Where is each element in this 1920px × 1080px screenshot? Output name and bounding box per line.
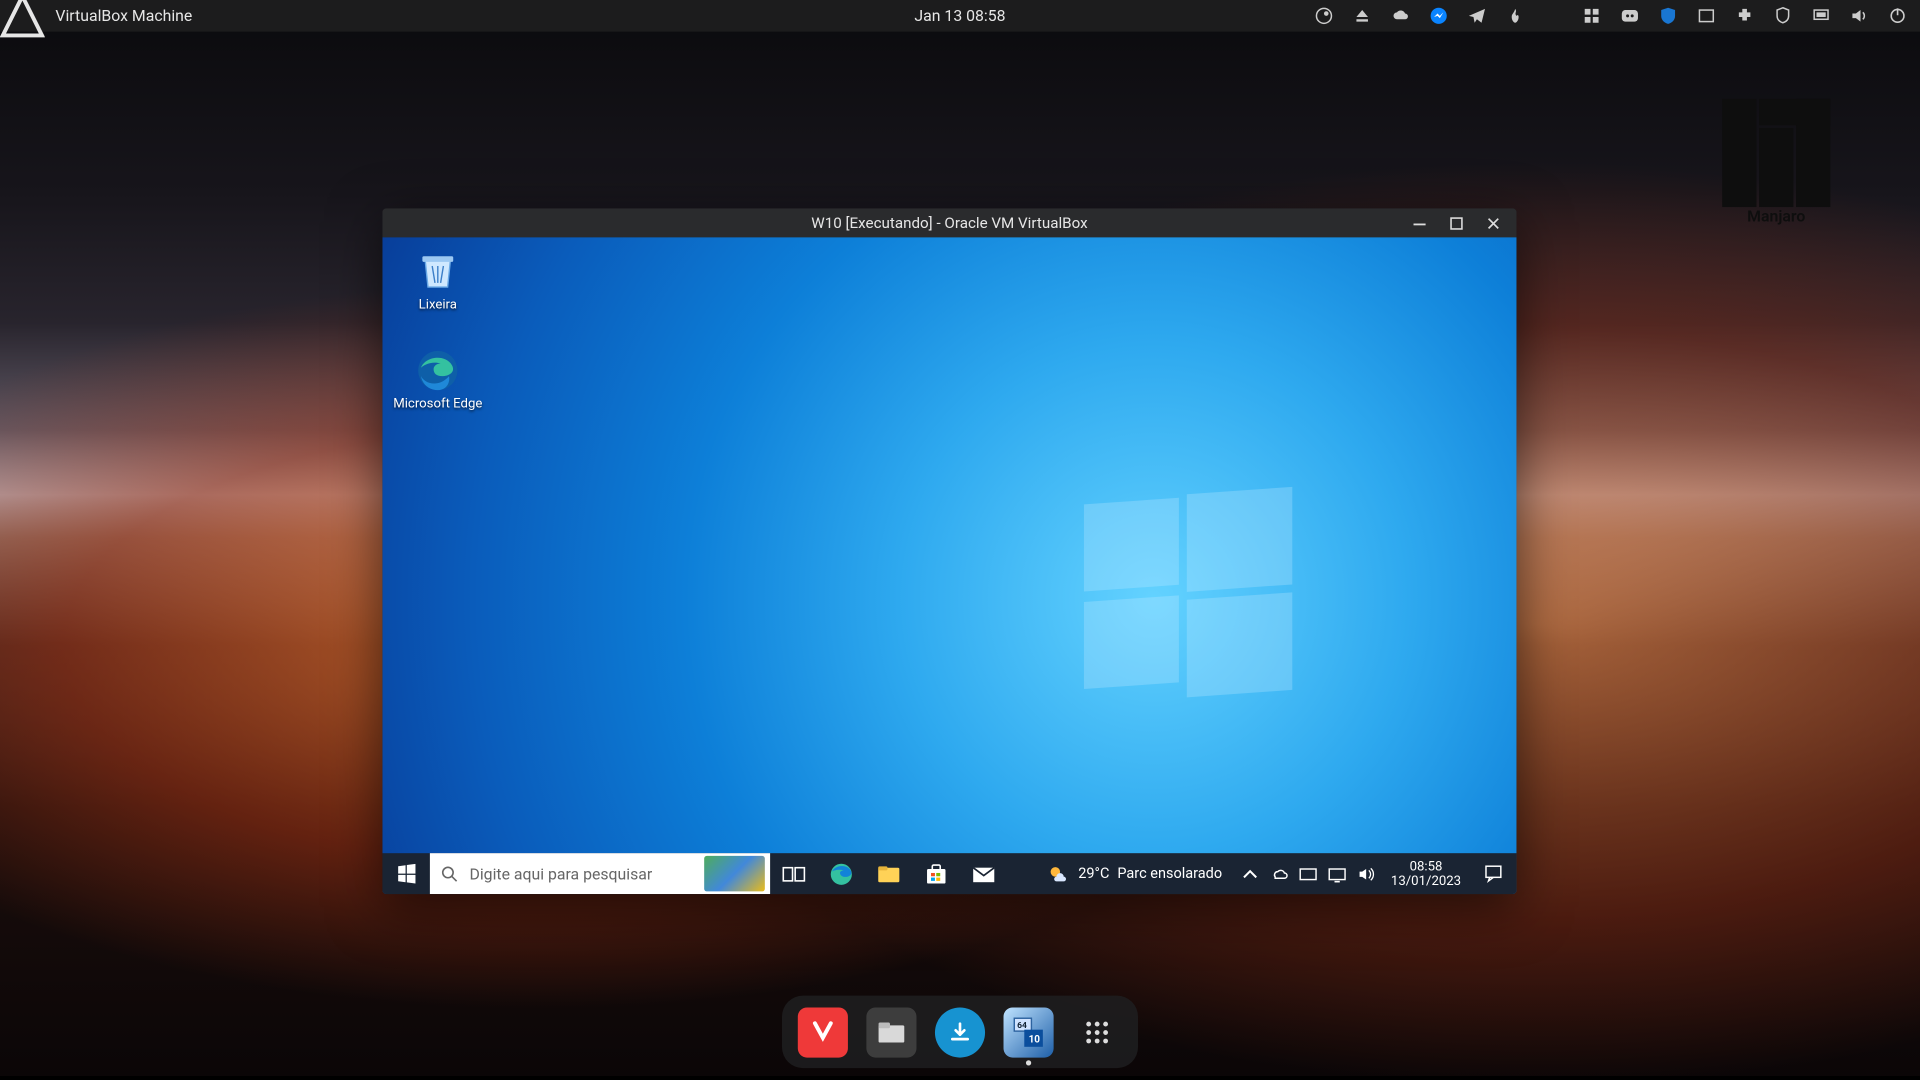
virtualbox-window[interactable]: W10 [Executando] - Oracle VM VirtualBox …	[382, 208, 1516, 894]
activities-button[interactable]	[0, 0, 45, 38]
action-center-icon[interactable]	[1469, 853, 1516, 894]
weather-icon	[1047, 862, 1071, 886]
manjaro-label: Manjaro	[1722, 207, 1830, 225]
search-promo-icon	[704, 856, 765, 892]
manjaro-logo: Manjaro	[1722, 99, 1830, 226]
windows-taskbar: Digite aqui para pesquisar 29°C Parc ens…	[382, 853, 1516, 894]
discord-icon[interactable]	[1619, 6, 1639, 26]
edge-label: Microsoft Edge	[393, 397, 482, 412]
start-button[interactable]	[382, 853, 429, 894]
dock-show-apps[interactable]	[1072, 1007, 1122, 1057]
system-tray-win	[1233, 853, 1383, 894]
workspace-icon[interactable]	[1696, 6, 1716, 26]
task-view-button[interactable]	[770, 853, 817, 894]
minimize-button[interactable]	[1400, 208, 1437, 237]
maximize-button[interactable]	[1437, 208, 1474, 237]
dock-virtualbox-vm[interactable]: 6410	[1004, 1007, 1054, 1057]
flame-icon[interactable]	[1505, 6, 1525, 26]
store-taskbar-icon[interactable]	[913, 853, 960, 894]
explorer-taskbar-icon[interactable]	[865, 853, 912, 894]
mail-taskbar-icon[interactable]	[960, 853, 1007, 894]
gnome-top-bar: VirtualBox Machine Jan 13 08:58	[0, 0, 1920, 32]
weather-desc: Parc ensolarado	[1117, 865, 1222, 882]
volume-tray-icon[interactable]	[1357, 864, 1375, 882]
guest-desktop[interactable]: Lixeira Microsoft Edge Digite aqui para …	[382, 237, 1516, 894]
svg-text:10: 10	[1029, 1034, 1041, 1045]
onedrive-tray-icon[interactable]	[1270, 864, 1288, 882]
dash-dock: 6410	[782, 996, 1138, 1069]
close-button[interactable]	[1474, 208, 1511, 237]
extension-icon[interactable]	[1734, 6, 1754, 26]
active-app-label[interactable]: VirtualBox Machine	[45, 7, 192, 25]
windows-logo	[1084, 488, 1292, 696]
dock-files[interactable]	[866, 1007, 916, 1057]
display-icon[interactable]	[1811, 6, 1831, 26]
dock-vivaldi[interactable]	[798, 1007, 848, 1057]
search-box[interactable]: Digite aqui para pesquisar	[430, 853, 770, 894]
chevron-up-icon[interactable]	[1241, 864, 1259, 882]
eject-icon[interactable]	[1352, 6, 1372, 26]
edge-taskbar-icon[interactable]	[818, 853, 865, 894]
recycle-bin-icon[interactable]: Lixeira	[390, 245, 485, 344]
dock-downloads[interactable]	[935, 1007, 985, 1057]
messenger-icon[interactable]	[1428, 6, 1448, 26]
edge-desktop-icon[interactable]: Microsoft Edge	[390, 344, 485, 443]
shield-icon[interactable]	[1658, 6, 1678, 26]
grid-icon[interactable]	[1581, 6, 1601, 26]
network-tray-icon[interactable]	[1328, 864, 1346, 882]
privacy-icon[interactable]	[1772, 6, 1792, 26]
volume-icon[interactable]	[1849, 6, 1869, 26]
night-icon[interactable]	[1543, 6, 1563, 26]
steam-icon[interactable]	[1313, 6, 1333, 26]
search-placeholder: Digite aqui para pesquisar	[469, 864, 652, 882]
taskbar-date: 13/01/2023	[1391, 874, 1461, 889]
vm-devices-tray-icon[interactable]	[1299, 864, 1317, 882]
vm-titlebar[interactable]: W10 [Executando] - Oracle VM VirtualBox	[382, 208, 1516, 237]
cloud-icon[interactable]	[1390, 6, 1410, 26]
weather-widget[interactable]: 29°C Parc ensolarado	[1036, 853, 1233, 894]
recycle-bin-label: Lixeira	[419, 298, 457, 313]
system-tray	[1313, 6, 1920, 26]
telegram-icon[interactable]	[1466, 6, 1486, 26]
weather-temp: 29°C	[1078, 865, 1109, 882]
taskbar-clock[interactable]: 08:58 13/01/2023	[1383, 853, 1469, 894]
vm-title: W10 [Executando] - Oracle VM VirtualBox	[811, 214, 1087, 232]
clock[interactable]: Jan 13 08:58	[914, 7, 1005, 25]
power-icon[interactable]	[1887, 6, 1907, 26]
taskbar-time: 08:58	[1410, 859, 1443, 874]
search-icon	[440, 864, 458, 882]
